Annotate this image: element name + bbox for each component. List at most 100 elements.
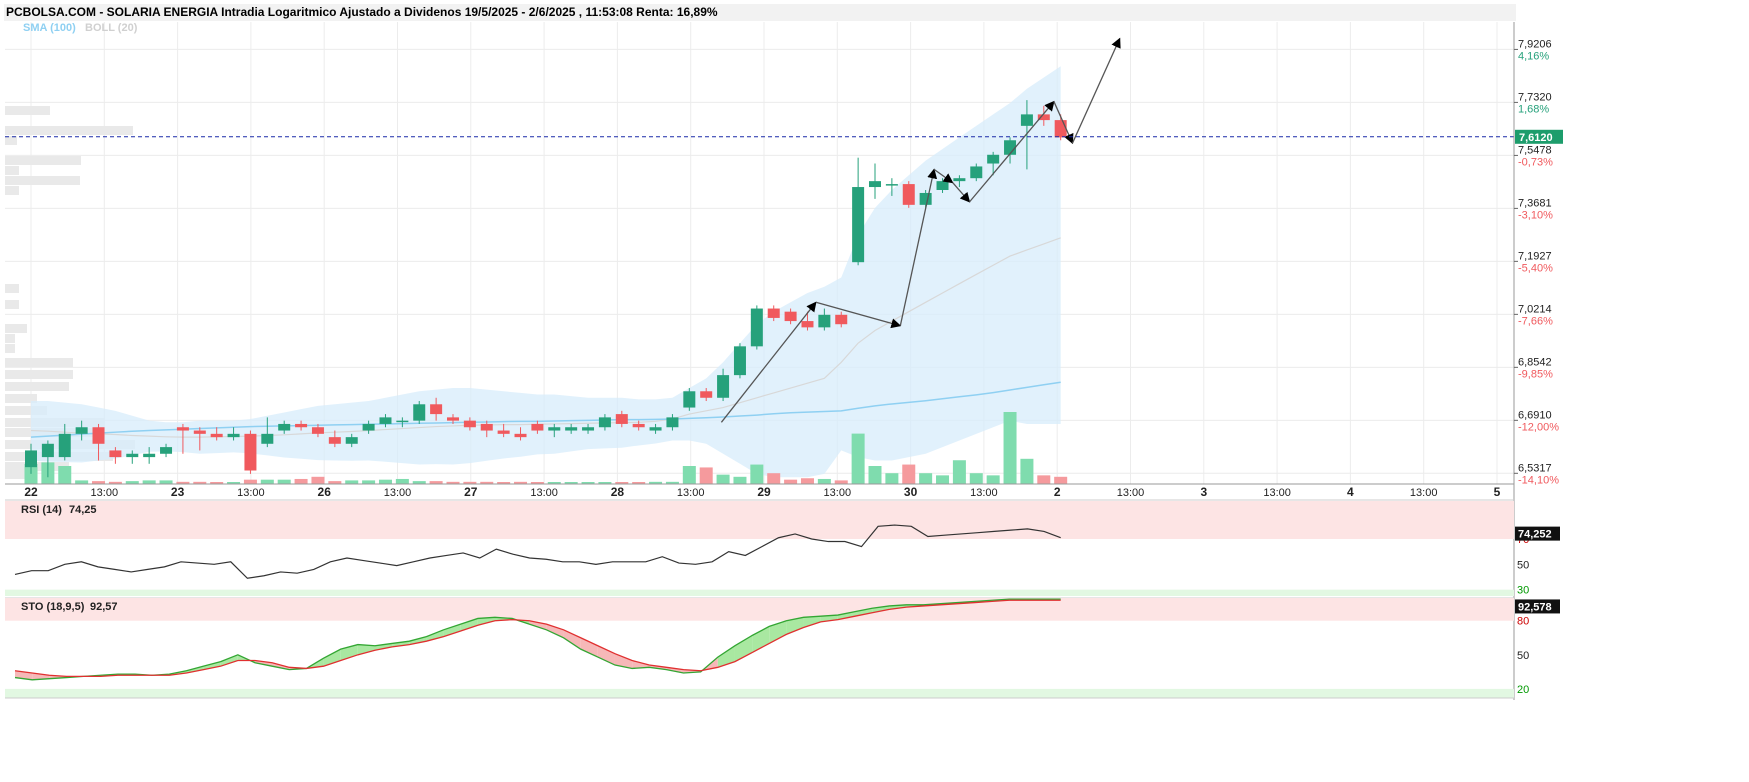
sto-fill-segment	[597, 645, 615, 666]
volume-bar	[885, 473, 899, 484]
x-tick-label: 3	[1200, 485, 1207, 499]
x-tick-label: 13:00	[1263, 487, 1291, 499]
candle-body	[514, 433, 527, 438]
y-tick-pct: 4,16%	[1518, 50, 1549, 62]
y-tick-pct: -5,40%	[1518, 262, 1553, 274]
candle-body	[176, 427, 189, 431]
y-tick-price: 7,0214	[1518, 303, 1552, 315]
candle-body	[345, 437, 358, 444]
volume-bar	[699, 467, 713, 484]
sto-level: 50	[1517, 650, 1529, 662]
candle-body	[109, 450, 122, 458]
candle-body	[126, 453, 139, 458]
x-tick-label: 13:00	[970, 487, 998, 499]
candle-body	[835, 314, 848, 325]
candle-body	[311, 427, 324, 434]
sto-overbought-zone	[5, 598, 1514, 621]
volume-bar	[1054, 476, 1068, 484]
candle-body	[413, 404, 426, 421]
volume-profile-bar	[5, 324, 27, 333]
candle-body	[1054, 120, 1067, 138]
volume-bar	[851, 433, 865, 484]
x-tick-label: 5	[1494, 485, 1501, 499]
rsi-oversold-zone	[5, 589, 1514, 596]
sma-legend: SMA (100)	[23, 22, 76, 34]
volume-bar	[1020, 458, 1034, 484]
volume-bar	[817, 478, 831, 484]
volume-bar	[750, 464, 764, 484]
volume-bar	[277, 479, 291, 484]
candle-body	[733, 346, 746, 376]
candle-body	[58, 433, 71, 458]
rsi-overbought-zone	[5, 501, 1514, 539]
volume-bar	[1037, 475, 1051, 484]
x-tick-label: 13:00	[824, 487, 852, 499]
bollinger-band	[31, 66, 1061, 478]
candle-body	[615, 414, 628, 424]
candle-body	[193, 430, 206, 434]
y-tick-pct: -3,10%	[1518, 209, 1553, 221]
x-tick-label: 13:00	[677, 487, 705, 499]
volume-profile-bar	[5, 126, 133, 135]
y-tick-price: 7,3681	[1518, 197, 1552, 209]
candle-body	[261, 433, 274, 444]
volume-profile-bar	[5, 300, 19, 309]
rsi-level: 30	[1517, 585, 1529, 597]
volume-bar	[362, 480, 376, 484]
bollinger-band-fill	[31, 66, 1061, 478]
volume-bar	[784, 479, 798, 484]
candle-body	[143, 453, 156, 458]
candle-body	[210, 433, 223, 438]
candle-body	[700, 391, 713, 398]
volume-bar	[986, 475, 1000, 484]
y-tick-pct: -12,00%	[1518, 421, 1559, 433]
x-tick-label: 22	[24, 485, 38, 499]
x-tick-label: 30	[904, 485, 918, 499]
candle-body	[953, 178, 966, 182]
y-tick-price: 7,1927	[1518, 250, 1552, 262]
candle-body	[244, 433, 257, 471]
volume-bar	[952, 460, 966, 484]
volume-bar	[800, 478, 814, 484]
volume-bar	[902, 464, 916, 484]
rsi-level: 50	[1517, 559, 1529, 571]
candle-body	[784, 311, 797, 322]
volume-bar	[767, 473, 781, 484]
candle-body	[548, 427, 561, 431]
candle-body	[632, 423, 645, 428]
sto-oversold-zone	[5, 688, 1514, 698]
sto-value: 92,57	[90, 601, 118, 613]
volume-bar	[75, 480, 89, 484]
volume-profile-bar	[5, 334, 15, 343]
rsi-panel: RSI (14)74,2570503074,252	[5, 501, 1560, 599]
candle-body	[531, 423, 544, 431]
candle-body	[278, 423, 291, 431]
candle-body	[902, 184, 915, 205]
candle-body	[582, 427, 595, 431]
volume-bar	[260, 479, 274, 484]
volume-bar	[1003, 412, 1017, 484]
volume-bar	[969, 473, 983, 484]
rsi-badge: 74,252	[1518, 529, 1552, 541]
candle-body	[801, 321, 814, 328]
boll-legend: BOLL (20)	[85, 22, 138, 34]
candle-body	[41, 443, 54, 458]
x-tick-label: 13:00	[237, 487, 265, 499]
volume-profile-bar	[5, 136, 17, 145]
volume-bar	[378, 479, 392, 484]
x-tick-label: 13:00	[1410, 487, 1438, 499]
candle-body	[767, 308, 780, 318]
candle-body	[919, 192, 932, 205]
last-price-value: 7,6120	[1519, 132, 1553, 144]
x-tick-label: 13:00	[530, 487, 558, 499]
volume-bar	[142, 480, 156, 484]
volume-profile-bar	[5, 382, 69, 391]
candle-body	[227, 433, 240, 438]
volume-bar	[58, 466, 72, 484]
candle-body	[25, 450, 37, 468]
candle-body	[430, 404, 443, 415]
sto-fill-segment	[580, 637, 598, 658]
y-tick-pct: 1,68%	[1518, 103, 1549, 115]
volume-bar	[868, 466, 882, 484]
candle-body	[160, 447, 173, 454]
